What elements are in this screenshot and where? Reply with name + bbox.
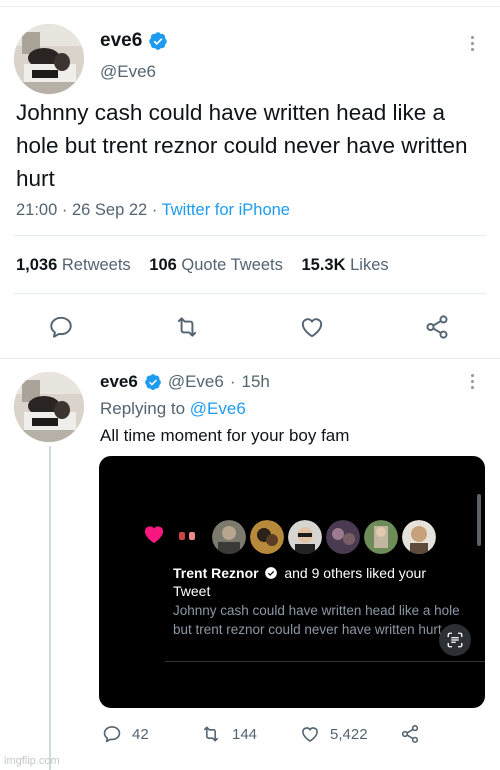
notification-text: and 9 others liked your: [284, 565, 426, 581]
quote-tweets-stat[interactable]: 106 Quote Tweets: [149, 256, 283, 274]
reply-icon[interactable]: [102, 724, 122, 744]
verified-badge-icon: [265, 567, 278, 579]
verified-badge-icon: [144, 374, 161, 390]
scan-text-icon: [447, 632, 463, 648]
tweet-text: Johnny cash could have written head like…: [16, 100, 468, 191]
replying-to-mention[interactable]: @Eve6: [190, 399, 246, 418]
reply-action[interactable]: 42: [102, 724, 149, 744]
scan-text-button[interactable]: [439, 624, 471, 656]
like-icon[interactable]: [300, 724, 320, 744]
liker-avatar: [250, 520, 284, 554]
liker-avatar: [288, 520, 322, 554]
avatar[interactable]: [14, 24, 84, 94]
tweet-separator: [0, 358, 500, 359]
tweet-age[interactable]: 15h: [242, 372, 270, 392]
like-count: 5,422: [330, 725, 368, 743]
like-icon[interactable]: [299, 314, 325, 340]
tweet-time[interactable]: 21:00: [16, 201, 57, 219]
liker-avatars: [212, 520, 436, 554]
attached-image[interactable]: Trent Reznor and 9 others liked your Twe…: [99, 456, 485, 708]
share-action[interactable]: [400, 724, 420, 744]
liker-avatar: [326, 520, 360, 554]
share-icon[interactable]: [424, 314, 450, 340]
retweets-stat[interactable]: 1,036 Retweets: [16, 256, 131, 274]
tweet-text: All time moment for your boy fam: [100, 426, 350, 445]
tweet-stats: 1,036 Retweets 106 Quote Tweets 15.3K Li…: [16, 256, 403, 275]
liker-avatar: [212, 520, 246, 554]
verified-badge-icon: [149, 32, 168, 50]
image-scrollbar: [477, 494, 481, 546]
reply-header: eve6 @Eve6 · 15h: [100, 372, 270, 392]
watermark: imgflip.com: [4, 755, 60, 767]
divider: [165, 661, 485, 662]
tiny-emoji-avatars: [179, 532, 195, 540]
liker-avatar: [402, 520, 436, 554]
liker-avatar: [364, 520, 398, 554]
thread-line: [49, 446, 51, 770]
likes-stat[interactable]: 15.3K Likes: [302, 256, 389, 274]
reply-icon[interactable]: [48, 314, 74, 340]
display-name[interactable]: eve6: [100, 30, 142, 52]
tweet-meta: 21:00 · 26 Sep 22 · Twitter for iPhone: [16, 201, 290, 219]
retweet-action[interactable]: 144: [200, 724, 257, 744]
like-action[interactable]: 5,422: [300, 724, 368, 744]
tweet-date[interactable]: 26 Sep 22: [72, 201, 147, 219]
notification-quoted-text: Johnny cash could have written head like…: [173, 603, 460, 637]
more-options-icon[interactable]: [471, 374, 475, 392]
tweet-source[interactable]: Twitter for iPhone: [162, 201, 290, 219]
handle[interactable]: @Eve6: [168, 372, 224, 392]
notification-tweet-word: Tweet: [173, 583, 211, 599]
avatar[interactable]: [14, 372, 84, 442]
replying-to: Replying to @Eve6: [100, 399, 246, 418]
notification-title: Trent Reznor and 9 others liked your: [173, 565, 426, 581]
divider: [14, 293, 486, 294]
display-name[interactable]: eve6: [100, 372, 138, 392]
handle[interactable]: @Eve6: [100, 62, 156, 82]
main-tweet: eve6 @Eve6 Johnny cash could have writte…: [0, 0, 500, 358]
heart-icon: [144, 526, 164, 544]
divider: [14, 235, 486, 236]
retweet-icon[interactable]: [200, 724, 222, 744]
more-options-icon[interactable]: [471, 36, 475, 54]
notification-name: Trent Reznor: [173, 565, 259, 581]
share-icon[interactable]: [400, 724, 420, 744]
retweet-count: 144: [232, 725, 258, 743]
reply-count: 42: [132, 725, 149, 743]
retweet-icon[interactable]: [173, 314, 201, 340]
